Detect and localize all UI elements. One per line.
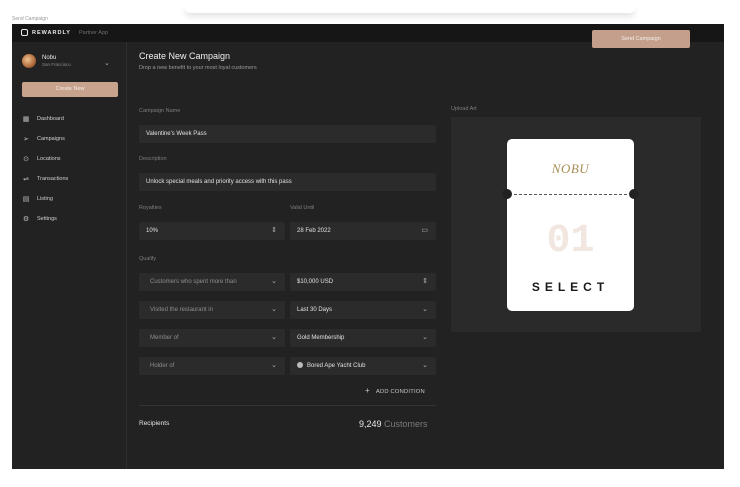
- plus-icon: +: [365, 386, 370, 395]
- chevron-down-icon: ⌄: [422, 362, 428, 369]
- condition-type-value: Customers who spent more than: [150, 279, 237, 285]
- create-new-button[interactable]: Create New: [22, 82, 118, 97]
- venue-name: Nobu: [42, 54, 57, 61]
- window-top-shadow: [185, 3, 635, 13]
- sidebar-item-dashboard[interactable]: ▦ Dashboard: [22, 109, 68, 129]
- divider: [139, 405, 436, 406]
- condition-type-select[interactable]: Customers who spent more than ⌄: [139, 273, 285, 291]
- pass-notch-left: [502, 189, 512, 199]
- chevron-down-icon: ⌄: [271, 334, 277, 341]
- listing-icon: ▤: [22, 196, 30, 203]
- window-title: Send Campaign: [12, 16, 48, 22]
- stepper-icon[interactable]: ⇕: [271, 222, 277, 240]
- sidebar-item-listing[interactable]: ▤ Listing: [22, 189, 68, 209]
- condition-type-value: Visited the restaurant in: [150, 307, 213, 313]
- stepper-icon[interactable]: ⇕: [422, 273, 428, 291]
- sidebar-item-label: Listing: [37, 196, 53, 202]
- sidebar-item-locations[interactable]: ⊙ Locations: [22, 149, 68, 169]
- chevron-down-icon: ⌄: [271, 306, 277, 313]
- valid-until-date-field[interactable]: 28 Feb 2022 ▭: [290, 222, 436, 240]
- royalties-label: Royalties: [139, 205, 162, 211]
- logo-icon: [21, 29, 28, 36]
- chevron-down-icon: ⌄: [271, 362, 277, 369]
- venue-avatar: [22, 54, 36, 68]
- venue-switcher[interactable]: Nobu San Francisco: [22, 54, 71, 68]
- pass-brand: NOBU: [551, 161, 590, 176]
- sidebar-item-transactions[interactable]: ⇌ Transactions: [22, 169, 68, 189]
- upload-art-label: Upload Art: [451, 106, 477, 112]
- campaign-name-input[interactable]: Valentine's Week Pass: [139, 125, 436, 143]
- page-title: Create New Campaign: [139, 51, 231, 61]
- description-input[interactable]: Unlock special meals and priority access…: [139, 173, 436, 191]
- condition-value: Last 30 Days: [297, 307, 333, 313]
- sidebar-item-label: Transactions: [37, 176, 69, 182]
- venue-city: San Francisco: [42, 61, 71, 67]
- brand-name: REWARDLY: [32, 29, 71, 36]
- royalties-value: 10%: [146, 228, 159, 234]
- send-icon: ➢: [23, 136, 29, 143]
- chevron-down-icon: ⌄: [271, 278, 277, 285]
- add-condition-label: ADD CONDITION: [375, 389, 425, 395]
- sidebar-item-label: Settings: [37, 216, 57, 222]
- chevron-down-icon: ⌄: [422, 334, 428, 341]
- page-subtitle: Drop a new benefit to your most loyal cu…: [139, 65, 257, 71]
- sidebar-item-campaigns[interactable]: ➢ Campaigns: [22, 129, 68, 149]
- nft-avatar-icon: [297, 362, 303, 369]
- valid-until-label: Valid Until: [290, 205, 315, 211]
- valid-until-value: 28 Feb 2022: [297, 228, 331, 234]
- sidebar-item-settings[interactable]: ⚙ Settings: [22, 209, 68, 229]
- pin-icon: ⊙: [23, 156, 29, 163]
- brand-logo[interactable]: REWARDLY Partner App: [21, 29, 108, 36]
- recipients-count: 9,249 Customers: [359, 419, 428, 429]
- condition-type-select[interactable]: Visited the restaurant in ⌄: [139, 301, 285, 319]
- condition-type-select[interactable]: Holder of ⌄: [139, 357, 285, 375]
- sidebar: Nobu San Francisco ⌄ Create New ▦ Dashbo…: [12, 42, 127, 469]
- recipients-number: 9,249: [359, 419, 382, 429]
- send-campaign-button[interactable]: Send Campaign: [592, 30, 690, 48]
- chevron-down-icon[interactable]: ⌄: [104, 59, 110, 67]
- pass-preview-card: NOBU 01 SELECT: [502, 139, 639, 311]
- condition-value: Bored Ape Yacht Club: [307, 363, 366, 369]
- condition-value-select[interactable]: Gold Membership ⌄: [290, 329, 436, 347]
- sidebar-item-label: Campaigns: [37, 136, 65, 142]
- add-condition-button[interactable]: + ADD CONDITION: [365, 386, 425, 395]
- brand-subtitle: Partner App: [78, 29, 109, 36]
- condition-type-value: Holder of: [150, 363, 175, 369]
- condition-type-value: Member of: [150, 335, 179, 341]
- description-label: Description: [139, 156, 167, 162]
- transfer-icon: ⇌: [23, 176, 29, 183]
- sidebar-nav: ▦ Dashboard ➢ Campaigns ⊙ Locations ⇌ Tr…: [22, 109, 69, 229]
- recipients-unit: Customers: [384, 419, 428, 429]
- condition-value-select[interactable]: Bored Ape Yacht Club ⌄: [290, 357, 436, 375]
- pass-number: 01: [546, 219, 595, 264]
- campaign-name-label: Campaign Name: [139, 108, 181, 114]
- condition-value-select[interactable]: Last 30 Days ⌄: [290, 301, 436, 319]
- chevron-down-icon: ⌄: [422, 306, 428, 313]
- qualify-label: Qualify: [139, 256, 157, 262]
- dashboard-icon: ▦: [22, 116, 30, 123]
- sidebar-item-label: Dashboard: [37, 116, 64, 122]
- sidebar-item-label: Locations: [37, 156, 61, 162]
- royalties-stepper[interactable]: 10% ⇕: [139, 222, 285, 240]
- condition-value: $10,000 USD: [297, 279, 334, 285]
- gear-icon: ⚙: [22, 216, 30, 223]
- pass-tier: SELECT: [531, 280, 610, 294]
- pass-notch-right: [629, 189, 639, 199]
- calendar-icon[interactable]: ▭: [421, 222, 428, 240]
- pass-perforation: [514, 194, 627, 195]
- condition-type-select[interactable]: Member of ⌄: [139, 329, 285, 347]
- condition-value: Gold Membership: [297, 335, 345, 341]
- recipients-label: Recipients: [139, 420, 170, 427]
- condition-value-stepper[interactable]: $10,000 USD ⇕: [290, 273, 436, 291]
